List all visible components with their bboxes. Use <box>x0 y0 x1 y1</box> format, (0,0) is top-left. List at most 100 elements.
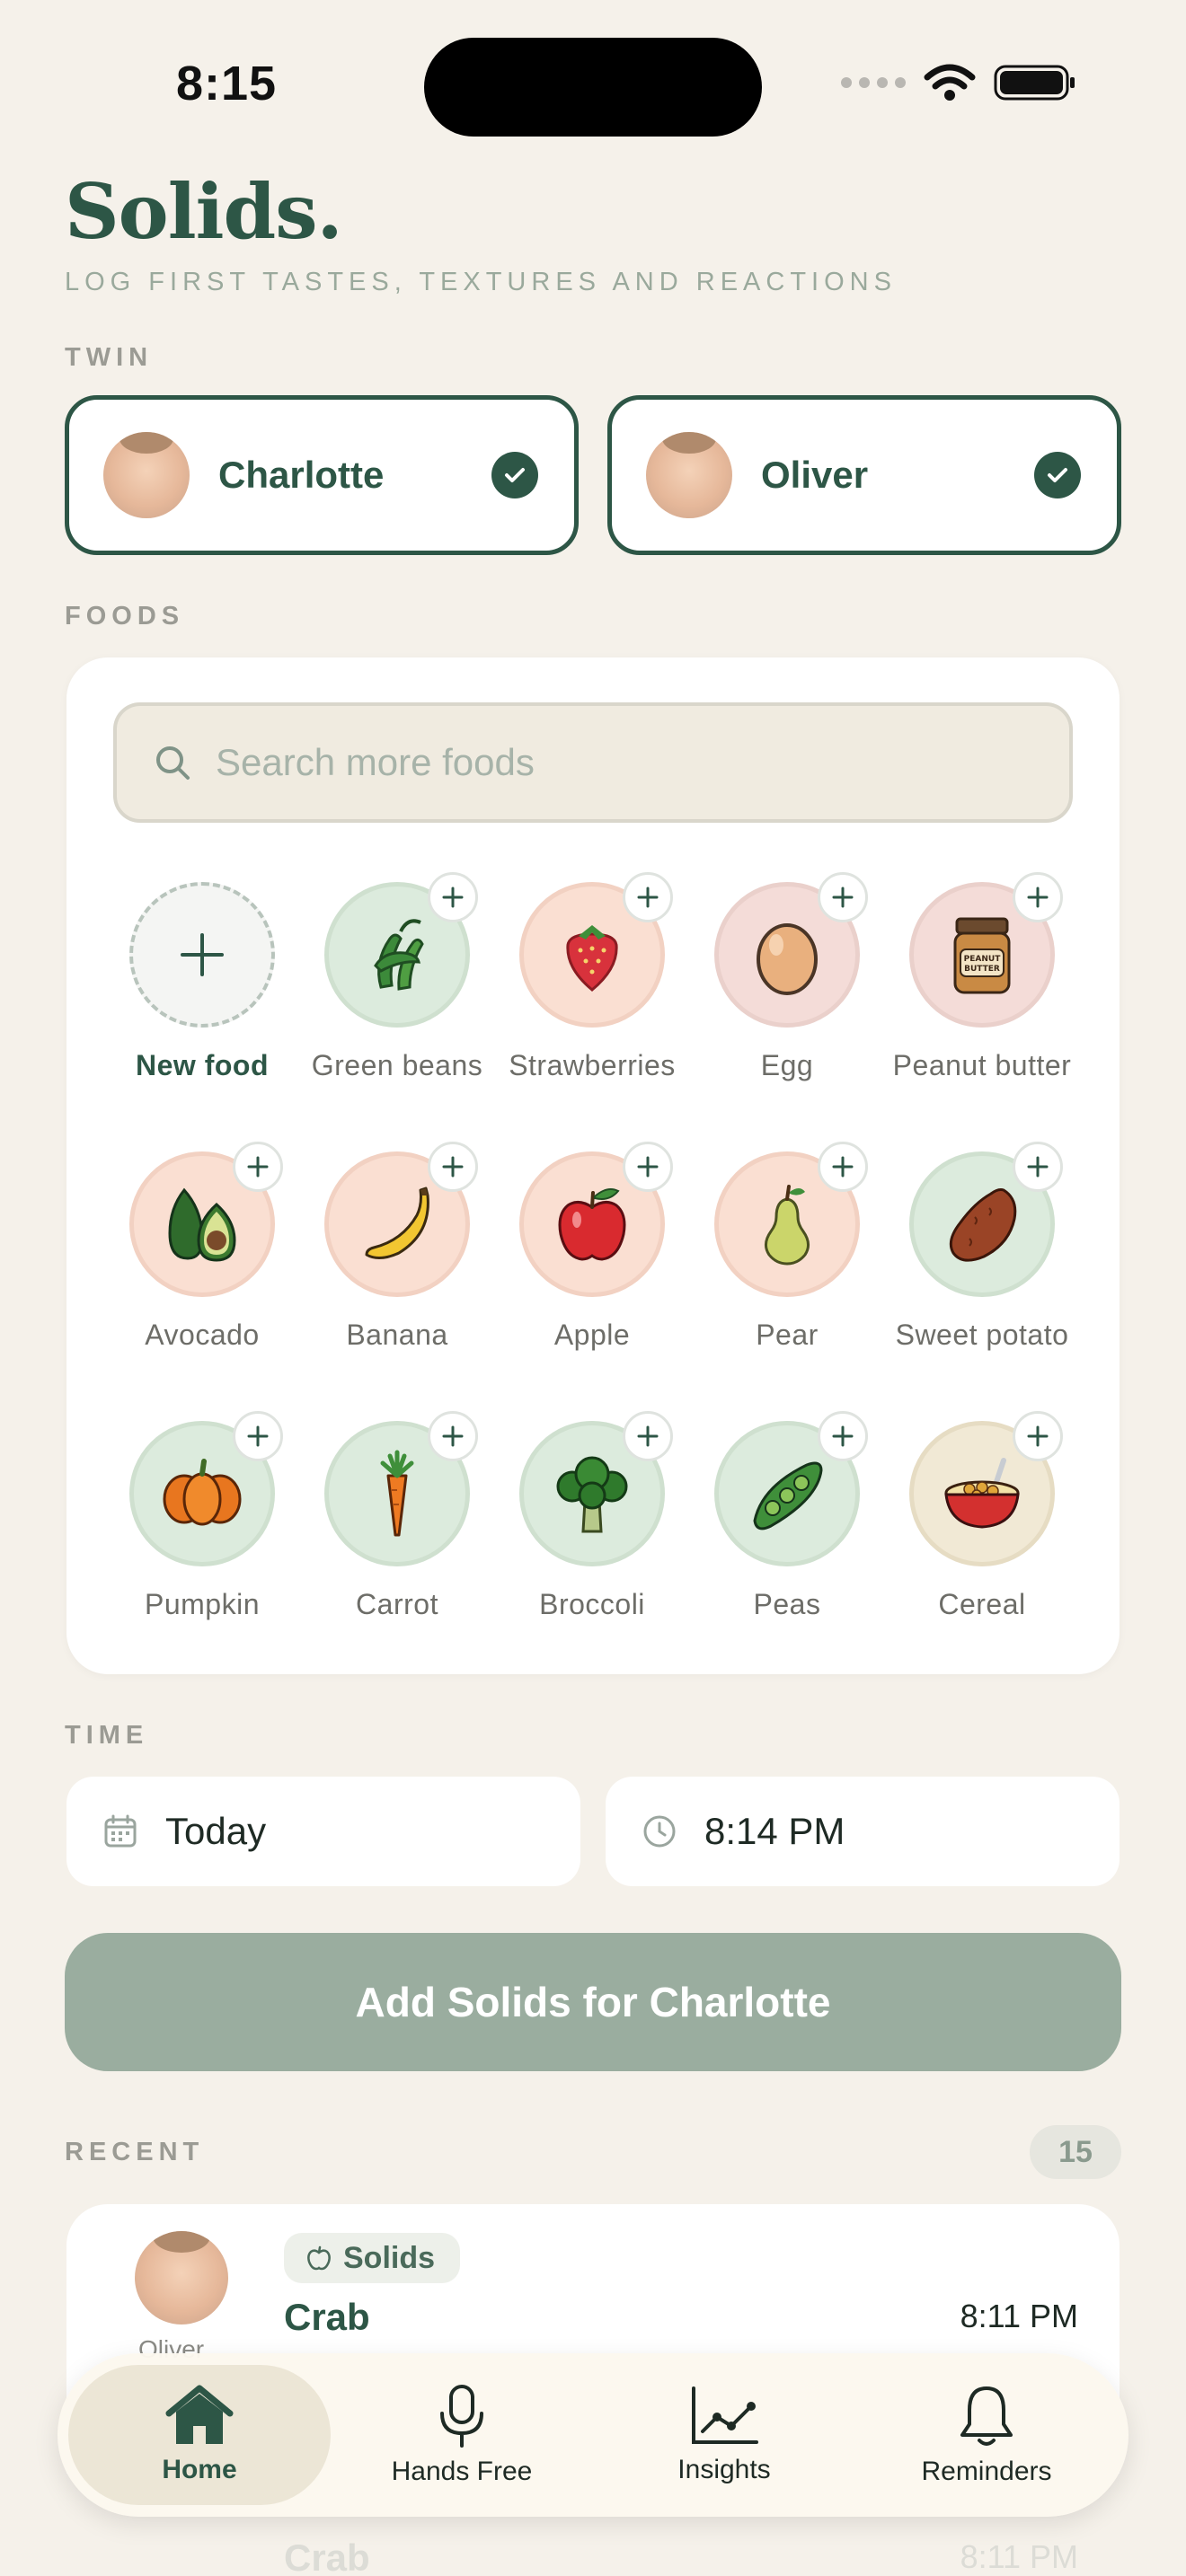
category-chip: Solids <box>284 2233 461 2283</box>
add-food-button[interactable] <box>623 1411 673 1461</box>
add-food-button[interactable] <box>623 1142 673 1192</box>
dynamic-island <box>424 38 762 137</box>
plus-icon <box>637 1425 659 1447</box>
foods-section-label: FOODS <box>65 602 185 631</box>
wifi-icon <box>924 64 976 101</box>
strawberry-icon <box>566 925 618 992</box>
food-sweet-potato[interactable]: Sweet potato <box>885 1142 1079 1353</box>
checkmark-icon <box>491 452 538 498</box>
tab-reminders[interactable]: Reminders <box>855 2365 1118 2505</box>
avocado-icon <box>168 1187 236 1262</box>
add-food-button[interactable] <box>1013 1142 1063 1192</box>
avatar <box>646 432 732 518</box>
food-peas[interactable]: Peas <box>690 1411 884 1622</box>
status-icons <box>841 63 1076 102</box>
checkmark-icon <box>1034 452 1081 498</box>
food-label: Peanut butter <box>892 1049 1072 1081</box>
bell-icon <box>960 2386 1013 2446</box>
microphone-icon <box>440 2385 483 2448</box>
food-label: Pumpkin <box>145 1588 260 1620</box>
tab-home[interactable]: Home <box>68 2365 331 2505</box>
search-bar[interactable] <box>113 702 1073 823</box>
add-solids-button[interactable]: Add Solids for Charlotte <box>65 1933 1121 2071</box>
plus-icon <box>442 1425 464 1447</box>
add-food-button[interactable] <box>428 872 478 922</box>
broccoli-icon <box>556 1456 628 1533</box>
battery-icon <box>994 65 1075 101</box>
home-icon <box>165 2385 234 2444</box>
tab-insights[interactable]: Insights <box>593 2365 855 2505</box>
food-pear[interactable]: Pear <box>690 1142 884 1353</box>
plus-icon <box>832 887 854 908</box>
food-label: Avocado <box>145 1319 260 1351</box>
recent-time: 8:11 PM <box>960 2538 1078 2575</box>
recent-food-name: Crab <box>284 2296 370 2338</box>
food-apple[interactable]: Apple <box>495 1142 689 1353</box>
twin-card-charlotte[interactable]: Charlotte <box>65 395 579 555</box>
plus-icon <box>1027 887 1049 908</box>
food-new[interactable]: New food <box>105 882 299 1083</box>
peas-icon <box>753 1461 823 1531</box>
add-food-button[interactable] <box>233 1142 283 1192</box>
food-banana[interactable]: Banana <box>300 1142 494 1353</box>
add-food-button[interactable] <box>623 872 673 922</box>
search-input[interactable] <box>216 741 1024 784</box>
green-beans-icon <box>374 919 424 991</box>
food-pumpkin[interactable]: Pumpkin <box>105 1411 299 1622</box>
time-section-label: TIME <box>65 1721 149 1750</box>
recent-count-badge: 15 <box>1030 2125 1121 2179</box>
egg-icon <box>757 923 818 995</box>
food-strawberries[interactable]: Strawberries <box>495 872 689 1083</box>
time-picker[interactable]: 8:14 PM <box>606 1777 1120 1886</box>
plus-icon <box>442 887 464 908</box>
food-label: Strawberries <box>509 1049 676 1081</box>
search-icon <box>156 746 190 780</box>
food-label: New food <box>136 1049 269 1081</box>
clock-icon <box>643 1815 676 1848</box>
recent-section-label: RECENT <box>65 2138 205 2166</box>
date-value: Today <box>165 1810 267 1852</box>
pear-icon <box>765 1185 810 1266</box>
tab-label: Reminders <box>921 2457 1052 2486</box>
plus-icon <box>1027 1156 1049 1178</box>
date-picker[interactable]: Today <box>66 1777 580 1886</box>
avatar <box>135 2231 228 2325</box>
plus-icon <box>832 1156 854 1178</box>
time-value: 8:14 PM <box>704 1810 845 1852</box>
food-green-beans[interactable]: Green beans <box>300 872 494 1083</box>
plus-icon <box>637 887 659 908</box>
food-label: Sweet potato <box>895 1319 1069 1351</box>
apple-icon <box>558 1188 626 1261</box>
food-label: Peas <box>753 1588 821 1620</box>
food-broccoli[interactable]: Broccoli <box>495 1411 689 1622</box>
food-cereal[interactable]: Cereal <box>885 1411 1079 1622</box>
add-food-button[interactable] <box>233 1411 283 1461</box>
avatar <box>103 432 190 518</box>
food-peanut-butter[interactable]: PEANUT BUTTER Peanut butter <box>885 872 1079 1083</box>
banana-icon <box>365 1187 429 1259</box>
twin-section-label: TWIN <box>65 343 154 372</box>
food-carrot[interactable]: Carrot <box>300 1411 494 1622</box>
add-food-button[interactable] <box>428 1411 478 1461</box>
add-food-button[interactable] <box>818 1411 868 1461</box>
category-label: Solids <box>343 2240 436 2275</box>
tab-label: Insights <box>677 2455 771 2484</box>
page-subtitle: LOG FIRST TASTES, TEXTURES AND REACTIONS <box>65 268 897 296</box>
food-label: Pear <box>756 1319 819 1351</box>
recent-time: 8:11 PM <box>960 2298 1078 2334</box>
tab-hands-free[interactable]: Hands Free <box>331 2365 593 2505</box>
add-food-button[interactable] <box>1013 872 1063 922</box>
food-egg[interactable]: Egg <box>690 872 884 1083</box>
food-label: Apple <box>553 1319 631 1351</box>
add-food-button[interactable] <box>428 1142 478 1192</box>
cellular-signal-icon <box>841 77 906 88</box>
food-avocado[interactable]: Avocado <box>105 1142 299 1353</box>
tab-label: Home <box>162 2455 237 2484</box>
calendar-icon <box>104 1814 137 1848</box>
twin-card-oliver[interactable]: Oliver <box>607 395 1121 555</box>
food-label: Green beans <box>311 1049 483 1081</box>
add-food-button[interactable] <box>1013 1411 1063 1461</box>
add-food-button[interactable] <box>818 872 868 922</box>
add-food-button[interactable] <box>818 1142 868 1192</box>
svg-text:PEANUT: PEANUT <box>964 955 1002 964</box>
